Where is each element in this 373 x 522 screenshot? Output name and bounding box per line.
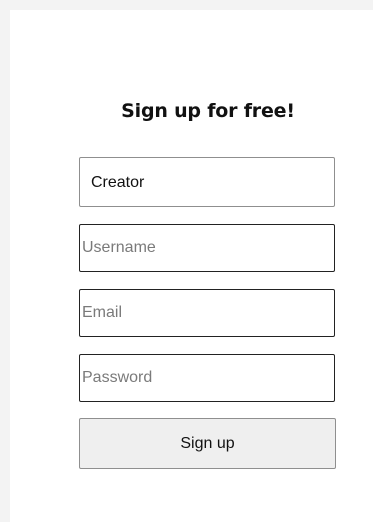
email-input[interactable] bbox=[79, 289, 335, 337]
username-input[interactable] bbox=[79, 224, 335, 272]
account-type-select[interactable]: Creator bbox=[79, 157, 335, 207]
signup-title: Sign up for free! bbox=[121, 100, 295, 122]
password-input[interactable] bbox=[79, 354, 335, 402]
page-background: Sign up for free! Creator Sign up bbox=[0, 0, 373, 522]
signup-card: Sign up for free! Creator Sign up bbox=[10, 10, 373, 522]
sign-up-button[interactable]: Sign up bbox=[79, 418, 336, 469]
